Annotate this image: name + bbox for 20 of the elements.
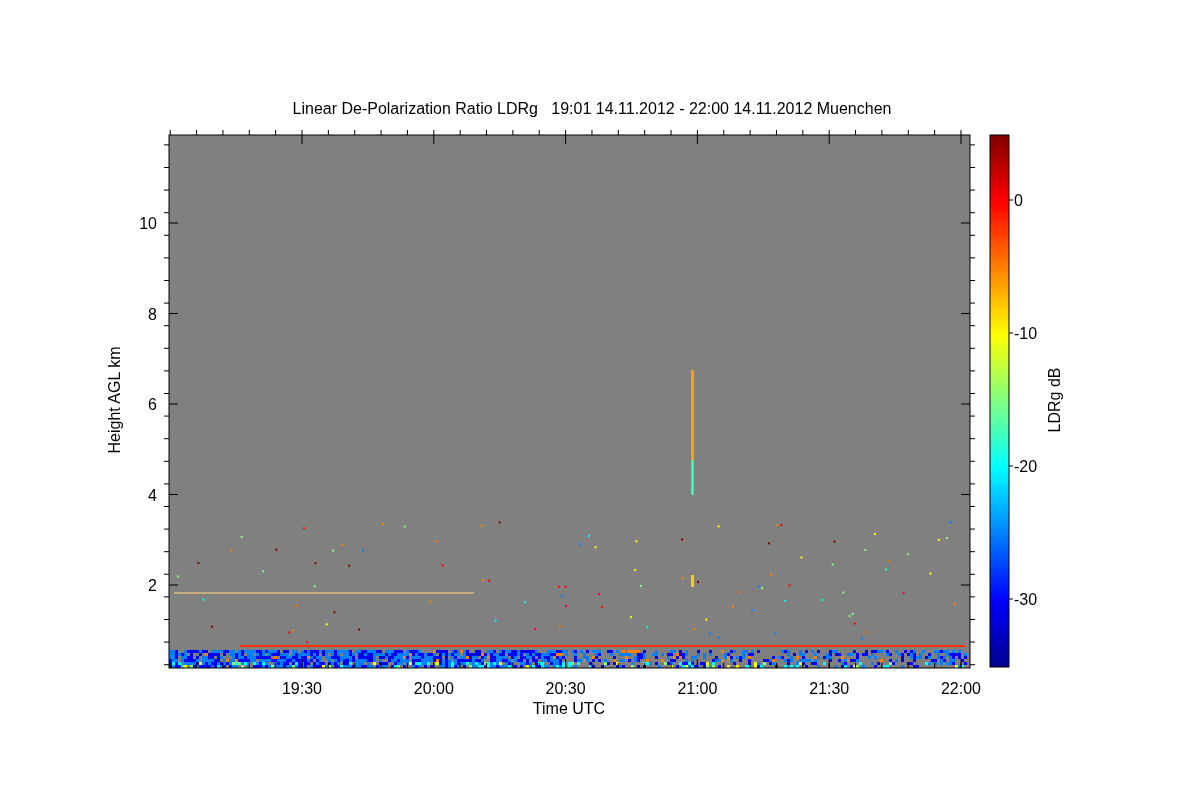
- tick-label: 8: [148, 305, 157, 323]
- tick-label: 21:00: [677, 680, 718, 697]
- tick-label: -20: [1014, 458, 1038, 475]
- tick-label: 21:30: [809, 680, 850, 697]
- axis-label: Time UTC: [532, 700, 606, 717]
- tick-label: 22:00: [941, 680, 981, 697]
- tick-label: 20:30: [545, 680, 586, 697]
- tick-label: 20:00: [413, 680, 454, 697]
- axis-label: Height AGL km: [106, 346, 123, 454]
- tick-label: 19:30: [282, 680, 322, 697]
- tick-label: 2: [148, 577, 157, 594]
- tick-label: 0: [1014, 192, 1023, 209]
- tick-label: 10: [139, 215, 157, 232]
- tick-label: -30: [1014, 591, 1038, 608]
- tick-label: -10: [1014, 325, 1038, 342]
- tick-label: 6: [148, 396, 157, 413]
- plot-title: Linear De-Polarization Ratio LDRg 19:01 14.11.2012 - 22:00 14.11.2012 Muenchen: [292, 100, 892, 117]
- axis-label: LDRg dB: [1046, 367, 1063, 433]
- short-streak: [691, 575, 694, 587]
- tick-label: 4: [148, 486, 157, 504]
